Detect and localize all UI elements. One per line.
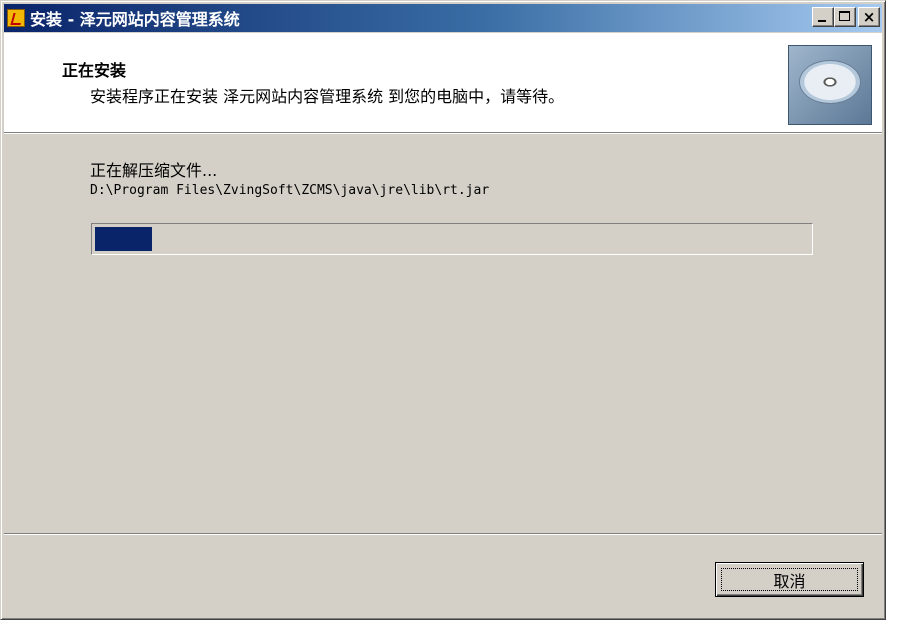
current-file-path: D:\Program Files\ZvingSoft\ZCMS\java\jre…: [90, 183, 490, 198]
progress-bar-fill: [95, 227, 153, 251]
cancel-button[interactable]: 取消: [715, 562, 864, 597]
cd-disc-icon: [799, 60, 861, 104]
minimize-button[interactable]: [812, 7, 834, 27]
maximize-icon: [839, 11, 850, 21]
close-icon: ×: [862, 8, 876, 26]
page-title: 正在安装: [62, 61, 127, 80]
window-title: 安装 - 泽元网站内容管理系统: [30, 10, 240, 29]
focus-ring: [721, 568, 858, 591]
status-text: 正在解压缩文件...: [90, 161, 218, 180]
progress-bar: [91, 223, 813, 255]
app-icon: [7, 9, 25, 27]
minimize-icon: [818, 20, 826, 22]
window-controls: ×: [812, 7, 880, 27]
installer-window: 安装 - 泽元网站内容管理系统 × 正在安装 安装程序正在安装 泽元网站内容管理…: [0, 0, 886, 620]
title-bar[interactable]: 安装 - 泽元网站内容管理系统 ×: [4, 4, 882, 32]
maximize-button[interactable]: [834, 7, 856, 27]
close-button[interactable]: ×: [858, 7, 880, 27]
page-description: 安装程序正在安装 泽元网站内容管理系统 到您的电脑中，请等待。: [90, 87, 565, 106]
wizard-header: 正在安装 安装程序正在安装 泽元网站内容管理系统 到您的电脑中，请等待。: [4, 33, 882, 133]
footer-separator: [4, 533, 882, 535]
header-image: [788, 45, 872, 125]
